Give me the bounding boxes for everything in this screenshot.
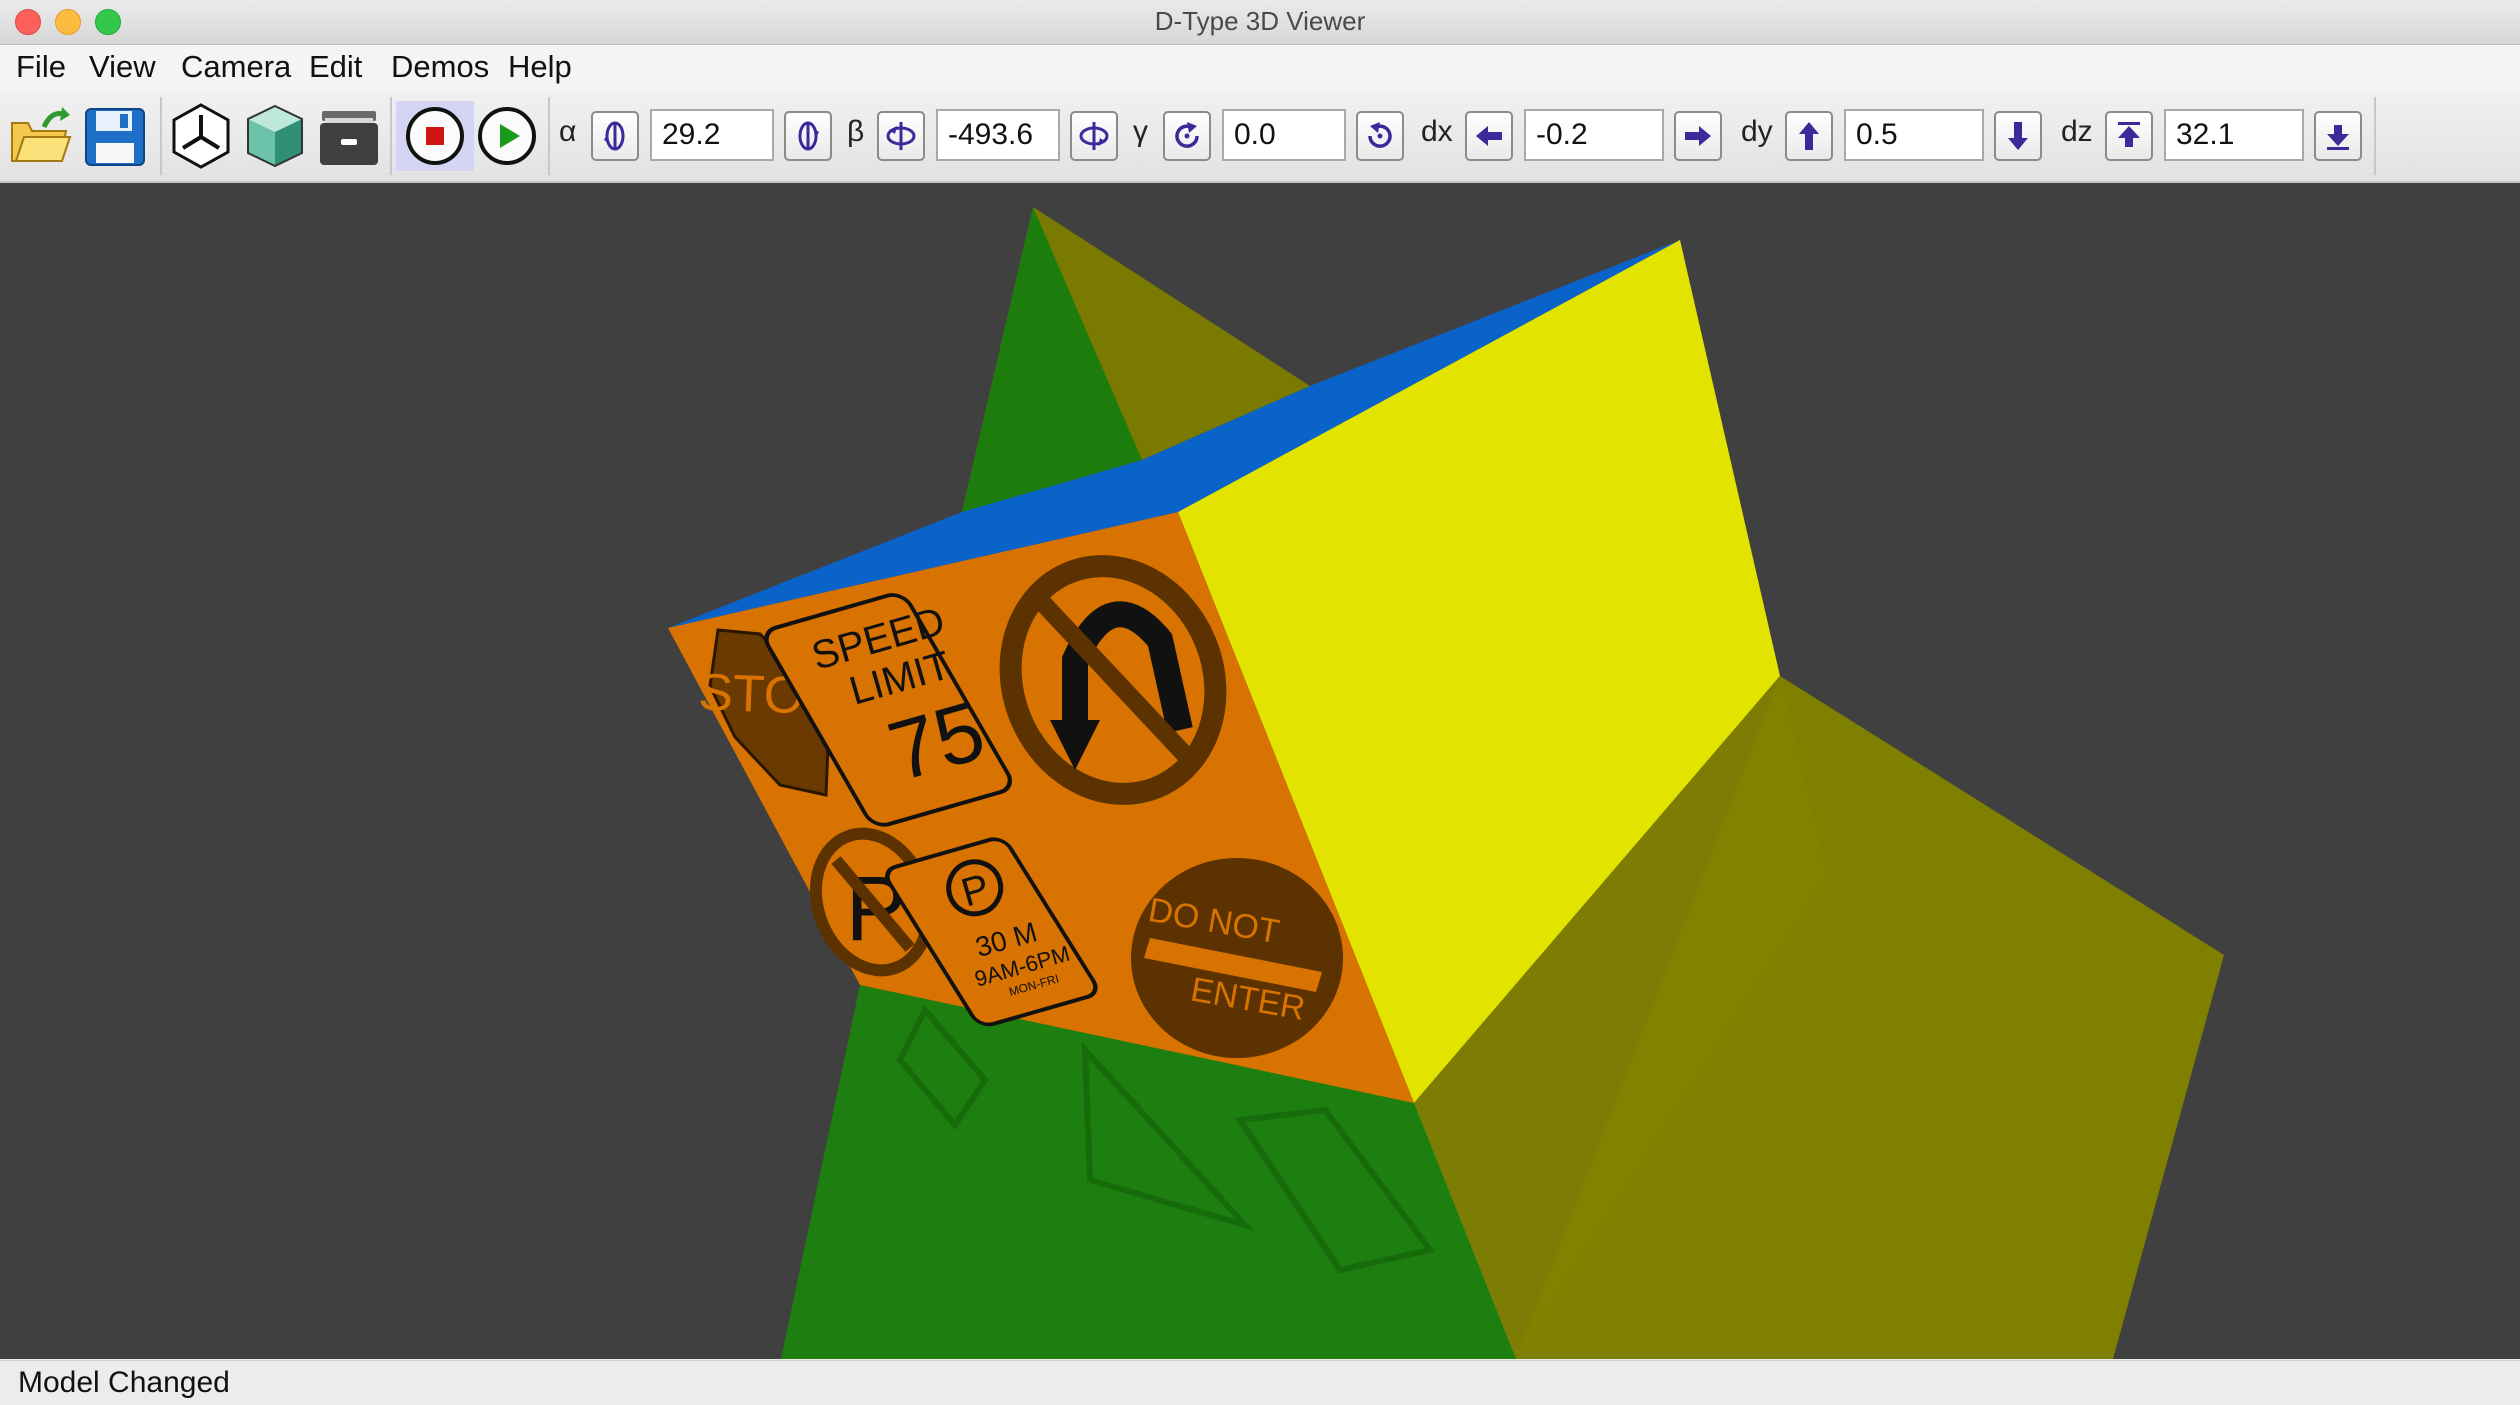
dy-field[interactable]: [1844, 109, 1984, 161]
play-icon: [478, 107, 536, 165]
toolbar: α β γ: [0, 91, 2520, 183]
arrow-right-icon: [1685, 126, 1711, 146]
stop-animation-button[interactable]: [396, 101, 474, 171]
status-message: Model Changed: [18, 1366, 230, 1399]
dx-increase-button[interactable]: [1674, 111, 1722, 161]
arrow-left-icon: [1476, 126, 1502, 146]
toolbar-separator: [548, 97, 550, 175]
rotate-x-cw-icon: [798, 121, 819, 151]
solid-model-button[interactable]: [240, 101, 310, 171]
window-title: D-Type 3D Viewer: [1154, 6, 1366, 36]
gamma-increase-button[interactable]: [1356, 111, 1404, 161]
rotate-y-ccw-icon: [886, 122, 916, 150]
cube-icon: [247, 104, 303, 168]
menu-file[interactable]: File: [16, 49, 66, 85]
open-file-button[interactable]: [4, 101, 74, 171]
dy-decrease-button[interactable]: [1994, 111, 2042, 161]
dy-label: dy: [1741, 115, 1773, 148]
play-animation-button[interactable]: [472, 101, 542, 171]
menu-bar: File View Camera Edit Demos Help: [0, 45, 2520, 91]
menu-edit[interactable]: Edit: [309, 49, 362, 85]
dx-label: dx: [1421, 115, 1453, 148]
archive-button[interactable]: [314, 101, 384, 171]
title-bar: D-Type 3D Viewer: [0, 0, 2520, 45]
3d-viewport[interactable]: STOP SPEED LIMIT 75 P P 30 M 9A: [0, 183, 2520, 1359]
menu-view[interactable]: View: [89, 49, 156, 85]
save-file-button[interactable]: [80, 101, 150, 171]
dx-field[interactable]: [1524, 109, 1664, 161]
gamma-decrease-button[interactable]: [1163, 111, 1211, 161]
menu-camera[interactable]: Camera: [181, 49, 291, 85]
alpha-increase-button[interactable]: [784, 111, 832, 161]
stop-icon: [406, 107, 464, 165]
gamma-label: γ: [1133, 115, 1148, 148]
beta-label: β: [847, 115, 865, 148]
dz-decrease-button[interactable]: [2314, 111, 2362, 161]
rotate-y-cw-icon: [1079, 122, 1109, 150]
rotate-z-ccw-icon: [1368, 122, 1392, 148]
toolbar-separator: [390, 97, 392, 175]
alpha-field[interactable]: [650, 109, 774, 161]
zoom-in-arrow-icon: [2118, 122, 2140, 147]
menu-help[interactable]: Help: [508, 49, 572, 85]
status-bar: Model Changed: [0, 1360, 2520, 1405]
alpha-label: α: [559, 115, 577, 148]
alpha-decrease-button[interactable]: [591, 111, 639, 161]
save-disk-icon: [85, 108, 145, 166]
beta-decrease-button[interactable]: [877, 111, 925, 161]
zoom-out-arrow-icon: [2327, 125, 2349, 150]
dz-increase-button[interactable]: [2105, 111, 2153, 161]
menu-demos[interactable]: Demos: [391, 49, 489, 85]
toolbar-separator: [160, 97, 162, 175]
dz-label: dz: [2061, 115, 2093, 148]
open-folder-icon: [11, 107, 72, 162]
axes-icon: [172, 103, 230, 169]
dz-field[interactable]: [2164, 109, 2304, 161]
arrow-up-icon: [1799, 122, 1819, 150]
beta-field[interactable]: [936, 109, 1060, 161]
dx-decrease-button[interactable]: [1465, 111, 1513, 161]
dy-increase-button[interactable]: [1785, 111, 1833, 161]
3d-scene: STOP SPEED LIMIT 75 P P 30 M 9A: [668, 207, 2224, 1359]
rotate-x-ccw-icon: [604, 121, 625, 151]
arrow-down-icon: [2008, 122, 2028, 150]
gamma-field[interactable]: [1222, 109, 1346, 161]
do-not-enter-sign: DO NOT ENTER: [1131, 858, 1343, 1058]
beta-increase-button[interactable]: [1070, 111, 1118, 161]
axes-view-button[interactable]: [166, 101, 236, 171]
rotate-z-cw-icon: [1175, 122, 1199, 148]
toolbar-separator: [2374, 97, 2376, 175]
archive-box-icon: [320, 111, 378, 165]
